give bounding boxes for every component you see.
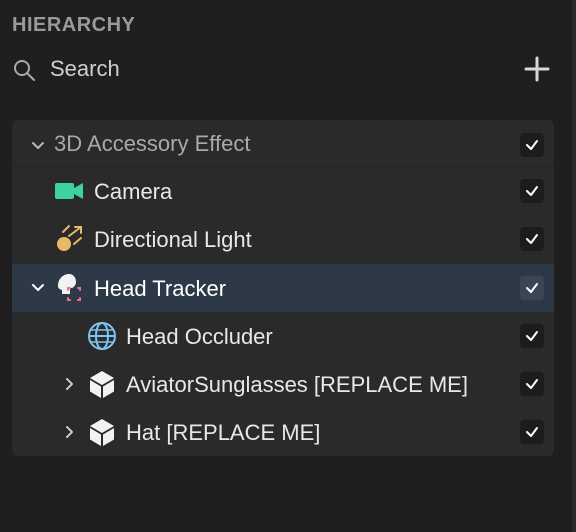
add-object-button[interactable]: [524, 56, 550, 82]
tree-row-3d-accessory-effect[interactable]: 3D Accessory Effect: [12, 120, 554, 167]
chevron-down-icon[interactable]: [30, 138, 46, 154]
checkmark-icon: [526, 331, 538, 341]
camera-icon: [55, 183, 83, 199]
search-icon: [14, 60, 35, 81]
visibility-checkbox[interactable]: [520, 372, 544, 396]
tree-row-hat[interactable]: Hat [REPLACE ME]: [12, 408, 554, 456]
tree-row-label: Directional Light: [94, 227, 252, 252]
visibility-checkbox[interactable]: [520, 227, 544, 251]
checkmark-icon: [526, 283, 538, 293]
visibility-checkbox[interactable]: [520, 420, 544, 444]
panel-edge: [572, 0, 576, 532]
tree-row-directional-light[interactable]: Directional Light: [12, 215, 554, 263]
tree-row-head-occluder[interactable]: Head Occluder: [12, 312, 554, 360]
cube-icon: [90, 419, 114, 446]
chevron-right-icon[interactable]: [62, 376, 78, 392]
chevron-right-icon[interactable]: [62, 424, 78, 440]
tree-row-camera[interactable]: Camera: [12, 167, 554, 215]
visibility-checkbox[interactable]: [520, 179, 544, 203]
tree-row-label: AviatorSunglasses [REPLACE ME]: [126, 372, 468, 397]
tree-row-head-tracker[interactable]: Head Tracker: [12, 264, 554, 312]
visibility-checkbox[interactable]: [520, 276, 544, 300]
tree-row-label: Camera: [94, 179, 173, 204]
hierarchy-tree: 3D Accessory Effect Camera Directional L…: [12, 120, 554, 456]
search-input[interactable]: Search: [50, 56, 120, 82]
checkmark-icon: [526, 427, 538, 437]
tree-row-label: Head Occluder: [126, 324, 273, 349]
checkmark-icon: [526, 379, 538, 389]
tree-row-label: Head Tracker: [94, 276, 227, 301]
cube-icon: [90, 371, 114, 398]
checkmark-icon: [526, 186, 538, 196]
visibility-checkbox[interactable]: [520, 133, 544, 157]
head-tracker-icon: [58, 274, 81, 301]
tree-row-label: Hat [REPLACE ME]: [126, 420, 321, 445]
search-bar[interactable]: Search: [12, 54, 558, 84]
chevron-down-icon[interactable]: [30, 280, 46, 296]
panel-title: HIERARCHY: [12, 14, 136, 36]
light-icon: [57, 225, 82, 251]
globe-icon: [88, 322, 116, 350]
checkmark-icon: [526, 234, 538, 244]
hierarchy-panel: HIERARCHY Search 3D Accessory Effect Cam…: [0, 0, 572, 532]
tree-row-label: 3D Accessory Effect: [54, 131, 251, 156]
tree-row-aviator-sunglasses[interactable]: AviatorSunglasses [REPLACE ME]: [12, 360, 554, 408]
visibility-checkbox[interactable]: [520, 324, 544, 348]
checkmark-icon: [526, 140, 538, 150]
